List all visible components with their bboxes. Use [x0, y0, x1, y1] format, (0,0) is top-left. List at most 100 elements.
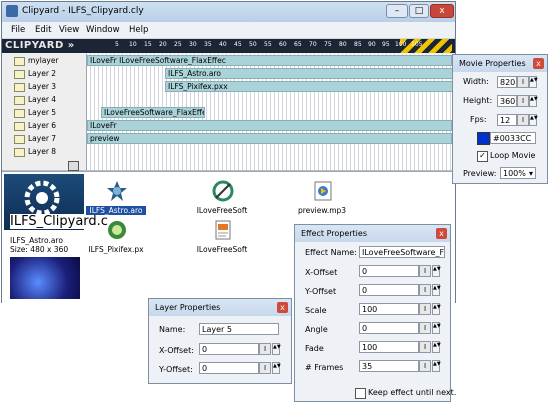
yoffset-spin-arrows[interactable]: ▲▼ [432, 284, 441, 296]
layer-xoffset-spin-arrows[interactable]: ▲▼ [272, 343, 281, 355]
layer-name-cell[interactable]: Layer 5 [2, 106, 87, 119]
angle-field[interactable]: 0 [359, 322, 419, 334]
menu-view[interactable]: View [59, 25, 79, 35]
menu-file[interactable]: File [11, 25, 25, 35]
close-icon[interactable]: x [533, 58, 544, 69]
angle-stepper[interactable]: I [419, 322, 431, 334]
library-item[interactable]: preview.mp3 [292, 178, 352, 218]
width-stepper[interactable]: I [517, 76, 529, 88]
yoffset-field[interactable]: 0 [359, 284, 419, 296]
layer-frames[interactable]: ILoveFr ILoveFreeSoftware_FlaxEffec [87, 54, 455, 67]
width-spin-arrows[interactable]: ▲▼ [529, 76, 538, 88]
color-field[interactable]: #0033CC [490, 132, 536, 144]
layer-name-cell[interactable]: mylayer [2, 54, 87, 67]
yoffset-label: Y-Offset [305, 287, 337, 296]
layer-row[interactable]: Layer 7 preview [2, 132, 455, 146]
layer-frames[interactable]: preview [87, 132, 455, 145]
frames-field[interactable]: 35 [359, 360, 419, 372]
layer-row[interactable]: Layer 2 ILFS_Astro.aro [2, 67, 455, 81]
panel-title[interactable]: Layer Properties [149, 299, 291, 316]
trash-icon[interactable] [68, 161, 79, 171]
fade-stepper[interactable]: I [419, 341, 431, 353]
timeline-clip[interactable]: ILoveFr [87, 120, 452, 131]
layer-frames[interactable]: ILFS_Pixifex.pxx [87, 80, 455, 93]
layer-row[interactable]: mylayer ILoveFr ILoveFreeSoftware_FlaxEf… [2, 54, 455, 68]
xoffset-field[interactable]: 0 [359, 265, 419, 277]
timeline-clip[interactable]: ILoveFreeSoftware_FlaxEffec [101, 107, 205, 118]
preview-thumbnail [10, 257, 80, 299]
clipyard-logo: CLIPYARD » [5, 40, 75, 51]
layer-row[interactable]: Layer 3 ILFS_Pixifex.pxx [2, 80, 455, 94]
library-label: ILoveFreeSoft [196, 206, 248, 215]
width-field[interactable]: 820 [497, 76, 517, 88]
layer-name-cell[interactable]: Layer 3 [2, 80, 87, 93]
preview-zoom-select[interactable]: 100% ▾ [500, 167, 536, 179]
layer-toolbar [2, 158, 87, 171]
menu-window[interactable]: Window [86, 25, 120, 35]
scale-spin-arrows[interactable]: ▲▼ [432, 303, 441, 315]
title-bar[interactable]: Clipyard - ILFS_Clipyard.cly – □ x [2, 2, 455, 22]
frames-stepper[interactable]: I [419, 360, 431, 372]
xoffset-spin-arrows[interactable]: ▲▼ [432, 265, 441, 277]
layer-row[interactable]: Layer 4 [2, 93, 455, 107]
fade-spin-arrows[interactable]: ▲▼ [432, 341, 441, 353]
scale-stepper[interactable]: I [419, 303, 431, 315]
menu-edit[interactable]: Edit [35, 25, 51, 35]
layer-row[interactable]: Layer 5 ILoveFreeSoftware_FlaxEffec [2, 106, 455, 120]
panel-title[interactable]: Effect Properties [295, 225, 450, 242]
layer-name-cell[interactable]: Layer 2 [2, 67, 87, 80]
timeline-clip[interactable]: ILFS_Astro.aro [165, 68, 453, 79]
library-item[interactable]: ILFS_Pixifex.px [86, 217, 146, 257]
layer-name-field[interactable]: Layer 5 [199, 323, 279, 335]
layer-frames[interactable]: ILFS_Astro.aro [87, 67, 455, 80]
frames-spin-arrows[interactable]: ▲▼ [432, 360, 441, 372]
fps-spin-arrows[interactable]: ▲▼ [529, 114, 538, 126]
close-icon[interactable]: x [277, 302, 288, 313]
timeline-ruler[interactable]: CLIPYARD » 5 10 15 20 25 30 35 40 45 50 … [2, 39, 455, 53]
layer-xoffset-field[interactable]: 0 [199, 343, 259, 355]
layer-row[interactable]: Layer 8 [2, 145, 455, 159]
layer-yoffset-field[interactable]: 0 [199, 362, 259, 374]
timeline-clip[interactable]: ILoveFr ILoveFreeSoftware_FlaxEffec [87, 55, 452, 66]
close-button[interactable]: x [430, 4, 454, 18]
fps-field[interactable]: 12 [497, 114, 517, 126]
layer-xoffset-stepper[interactable]: I [259, 343, 271, 355]
layer-frames[interactable]: ILoveFreeSoftware_FlaxEffec [87, 106, 455, 119]
library-item[interactable]: ILFS_Astro.aro [86, 178, 146, 218]
menu-help[interactable]: Help [129, 25, 148, 35]
yoffset-stepper[interactable]: I [419, 284, 431, 296]
layer-yoffset-spin-arrows[interactable]: ▲▼ [272, 362, 281, 374]
layer-frames[interactable] [87, 145, 455, 158]
layer-icon [14, 70, 25, 79]
xoffset-label: X-Offset [305, 268, 338, 277]
scale-field[interactable]: 100 [359, 303, 419, 315]
timeline-clip[interactable]: ILFS_Pixifex.pxx [165, 81, 453, 92]
layer-frames[interactable]: ILoveFr [87, 119, 455, 132]
layer-name-cell[interactable]: Layer 4 [2, 93, 87, 106]
angle-spin-arrows[interactable]: ▲▼ [432, 322, 441, 334]
color-swatch[interactable] [477, 132, 490, 145]
loop-checkbox[interactable]: ✓ [477, 151, 488, 162]
height-field[interactable]: 360 [497, 95, 517, 107]
keep-effect-checkbox[interactable] [355, 388, 366, 399]
height-spin-arrows[interactable]: ▲▼ [529, 95, 538, 107]
layer-row[interactable]: Layer 6 ILoveFr [2, 119, 455, 133]
layer-name-cell[interactable]: Layer 7 [2, 132, 87, 145]
minimize-button[interactable]: – [386, 4, 408, 18]
layer-name-cell[interactable]: Layer 6 [2, 119, 87, 132]
library-item[interactable]: ILoveFreeSoft [192, 217, 252, 257]
xoffset-stepper[interactable]: I [419, 265, 431, 277]
layer-frames[interactable] [87, 158, 455, 170]
fade-field[interactable]: 100 [359, 341, 419, 353]
layer-yoffset-stepper[interactable]: I [259, 362, 271, 374]
menu-bar: File Edit View Window Help [2, 22, 455, 39]
fps-stepper[interactable]: I [517, 114, 529, 126]
maximize-button[interactable]: □ [409, 4, 429, 18]
layer-name-cell[interactable]: Layer 8 [2, 145, 87, 158]
effect-name-field[interactable]: ILoveFreeSoftware_Fla [359, 246, 445, 258]
close-icon[interactable]: x [436, 228, 447, 239]
timeline-clip[interactable]: preview [87, 133, 452, 144]
height-stepper[interactable]: I [517, 95, 529, 107]
library-item[interactable]: ILoveFreeSoft [192, 178, 252, 218]
layer-frames[interactable] [87, 93, 455, 106]
